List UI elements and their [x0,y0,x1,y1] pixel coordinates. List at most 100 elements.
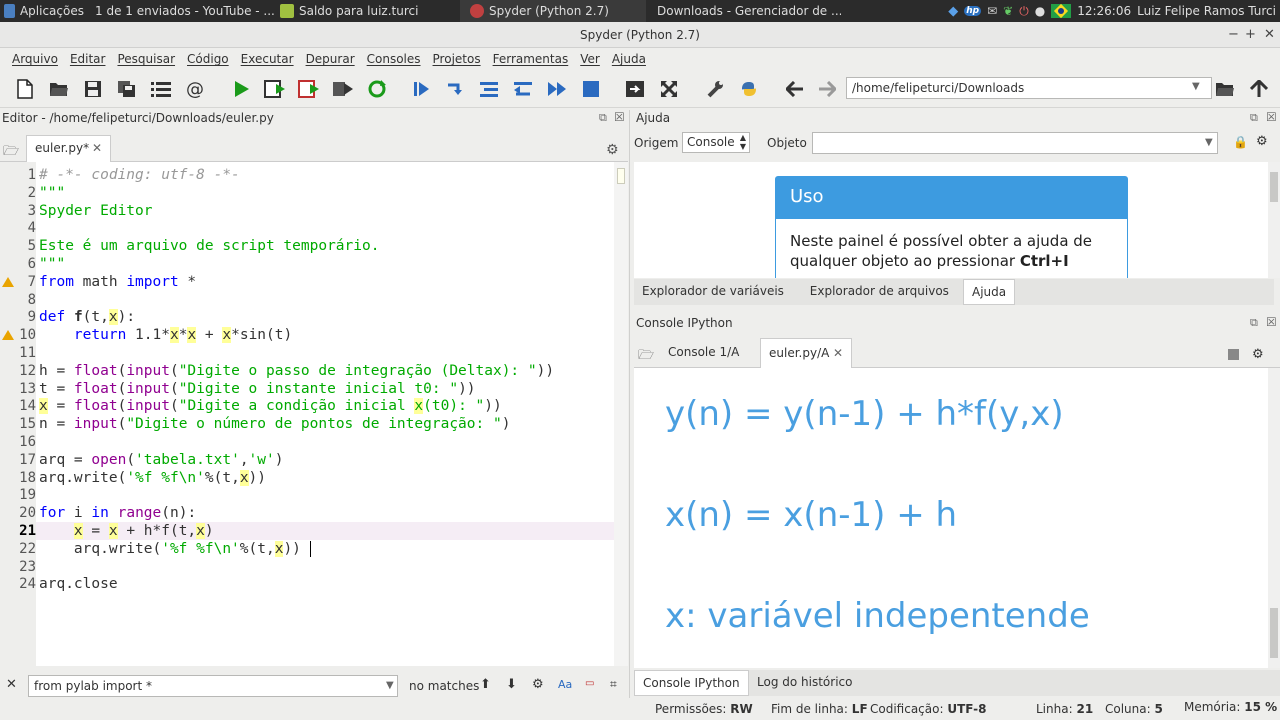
help-tab-2[interactable]: Ajuda [963,279,1016,305]
warning-icon[interactable] [2,330,14,341]
menu-2[interactable]: Pesquisar [111,52,181,66]
menu-3[interactable]: Código [181,52,235,66]
close-window-button[interactable]: ✕ [1264,22,1275,48]
python-path-icon[interactable] [738,78,760,100]
console-scrollbar-thumb[interactable] [1270,608,1278,658]
working-directory-input[interactable]: /home/felipeturci/Downloads [846,77,1212,99]
console-undock-icon[interactable]: ⧉ [1250,316,1258,330]
back-arrow-icon[interactable] [784,78,806,100]
maximize-button[interactable]: + [1245,22,1256,48]
tab-euler-py[interactable]: euler.py* ✕ [26,135,111,162]
taskbar-window-spyder[interactable]: Spyder (Python 2.7) [460,0,646,22]
new-file-icon[interactable] [14,78,36,100]
code-editor[interactable]: # -*- coding: utf-8 -*- """ Spyder Editor E… [36,162,614,666]
menu-5[interactable]: Depurar [300,52,361,66]
stop-icon[interactable] [580,78,602,100]
case-sensitive-icon[interactable]: Aa [558,678,572,691]
maximize-pane-icon[interactable] [624,78,646,100]
help-close-icon[interactable]: ☒ [1266,110,1277,124]
code-line: n = input("Digite o número de pontos de … [39,416,511,433]
regex-icon[interactable]: ⌗ [610,677,617,692]
find-options-icon[interactable]: ⚙ [532,677,544,692]
browse-tabs-icon[interactable]: 🗁 [3,142,19,164]
taskbar-window-saldo[interactable]: Saldo para luiz.turci [274,0,460,22]
step-return-icon[interactable] [512,78,534,100]
mail-icon[interactable]: ✉ [987,4,997,18]
run-icon[interactable] [230,78,252,100]
step-into-icon[interactable] [478,78,500,100]
step-icon[interactable] [444,78,466,100]
menu-9[interactable]: Ver [574,52,606,66]
menu-4[interactable]: Executar [235,52,300,66]
forward-arrow-icon[interactable] [816,78,838,100]
help-undock-icon[interactable]: ⧉ [1250,111,1258,125]
save-all-icon[interactable] [116,78,138,100]
parent-dir-icon[interactable] [1248,78,1270,100]
close-find-icon[interactable]: ✕ [6,677,17,692]
menu-1[interactable]: Editar [64,52,112,66]
list-icon[interactable] [150,78,172,100]
taskbar-spyder-label: Spyder (Python 2.7) [489,4,609,18]
menu-0[interactable]: Arquivo [6,52,64,66]
menu-10[interactable]: Ajuda [606,52,652,66]
console-close-icon[interactable]: ☒ [1266,315,1277,329]
help-tab-1[interactable]: Explorador de arquivos [802,279,957,305]
help-options-gear-icon[interactable]: ⚙ [1256,134,1268,149]
taskbar-window-youtube[interactable]: 1 de 1 enviados - YouTube - ... [84,0,274,22]
find-next-icon[interactable]: ⬇ [506,677,517,692]
dropbox-icon[interactable]: ◆ [948,4,958,19]
undock-icon[interactable]: ⧉ [599,111,607,125]
tab-euler-console[interactable]: euler.py/A ✕ [760,338,852,368]
run-selection-icon[interactable] [332,78,354,100]
run-cell-advance-icon[interactable] [298,78,320,100]
clock[interactable]: 12:26:06 [1077,4,1131,18]
debug-icon[interactable] [410,78,432,100]
continue-icon[interactable] [546,78,568,100]
object-dropdown-icon[interactable]: ▼ [1205,137,1213,148]
editor-scrollbar[interactable] [614,162,628,666]
menu-6[interactable]: Consoles [361,52,427,66]
help-tab-0[interactable]: Explorador de variáveis [634,279,792,305]
close-tab-icon[interactable]: ✕ [92,136,102,160]
console-bottom-tab-1[interactable]: Log do histórico [749,670,860,696]
menu-7[interactable]: Projetos [427,52,487,66]
console-options-gear-icon[interactable]: ⚙ [1252,347,1264,362]
power-icon[interactable]: ⏻ [1019,4,1029,19]
at-icon[interactable]: @ [184,78,206,100]
object-input[interactable] [812,132,1218,154]
taskbar-apps-menu[interactable]: Aplicações [0,0,84,22]
tab-console-1[interactable]: Console 1/A [660,340,747,366]
interrupt-kernel-icon[interactable] [1228,349,1239,360]
open-file-icon[interactable] [48,78,70,100]
chat-icon[interactable]: ● [1035,4,1045,18]
minimize-button[interactable]: − [1228,22,1239,48]
options-gear-icon[interactable]: ⚙ [606,142,619,158]
user-name[interactable]: Luiz Felipe Ramos Turci [1137,4,1276,18]
vertical-splitter[interactable] [629,110,630,698]
scrollbar-thumb[interactable] [617,168,625,184]
brazil-flag-icon[interactable] [1051,3,1072,19]
menu-8[interactable]: Ferramentas [487,52,575,66]
wrench-icon[interactable] [704,78,726,100]
taskbar-window-downloads[interactable]: Downloads - Gerenciador de ... [646,0,841,22]
source-select[interactable]: Console ▲ ▼ [682,132,750,153]
save-icon[interactable] [82,78,104,100]
close-pane-icon[interactable]: ☒ [614,110,625,124]
run-cell-icon[interactable] [264,78,286,100]
rerun-icon[interactable] [366,78,388,100]
leaf-icon[interactable]: ❦ [1003,4,1013,18]
find-prev-icon[interactable]: ⬆ [480,677,491,692]
lock-icon[interactable]: 🔒 [1233,135,1248,149]
browse-folder-icon[interactable] [1214,78,1236,100]
hp-icon[interactable]: hp [964,6,982,16]
console-bottom-tab-0[interactable]: Console IPython [634,670,749,696]
working-directory-dropdown-icon[interactable]: ▼ [1192,81,1200,92]
help-scrollbar-thumb[interactable] [1270,172,1278,202]
warning-icon[interactable] [2,276,14,287]
close-console-tab-icon[interactable]: ✕ [833,339,843,367]
console-browse-tabs-icon[interactable]: 🗁 [638,346,654,368]
find-dropdown-icon[interactable]: ▼ [386,680,394,691]
fullscreen-icon[interactable] [658,78,680,100]
whole-word-icon[interactable]: ▭ [585,678,594,689]
find-input[interactable]: from pylab import * [28,675,398,697]
